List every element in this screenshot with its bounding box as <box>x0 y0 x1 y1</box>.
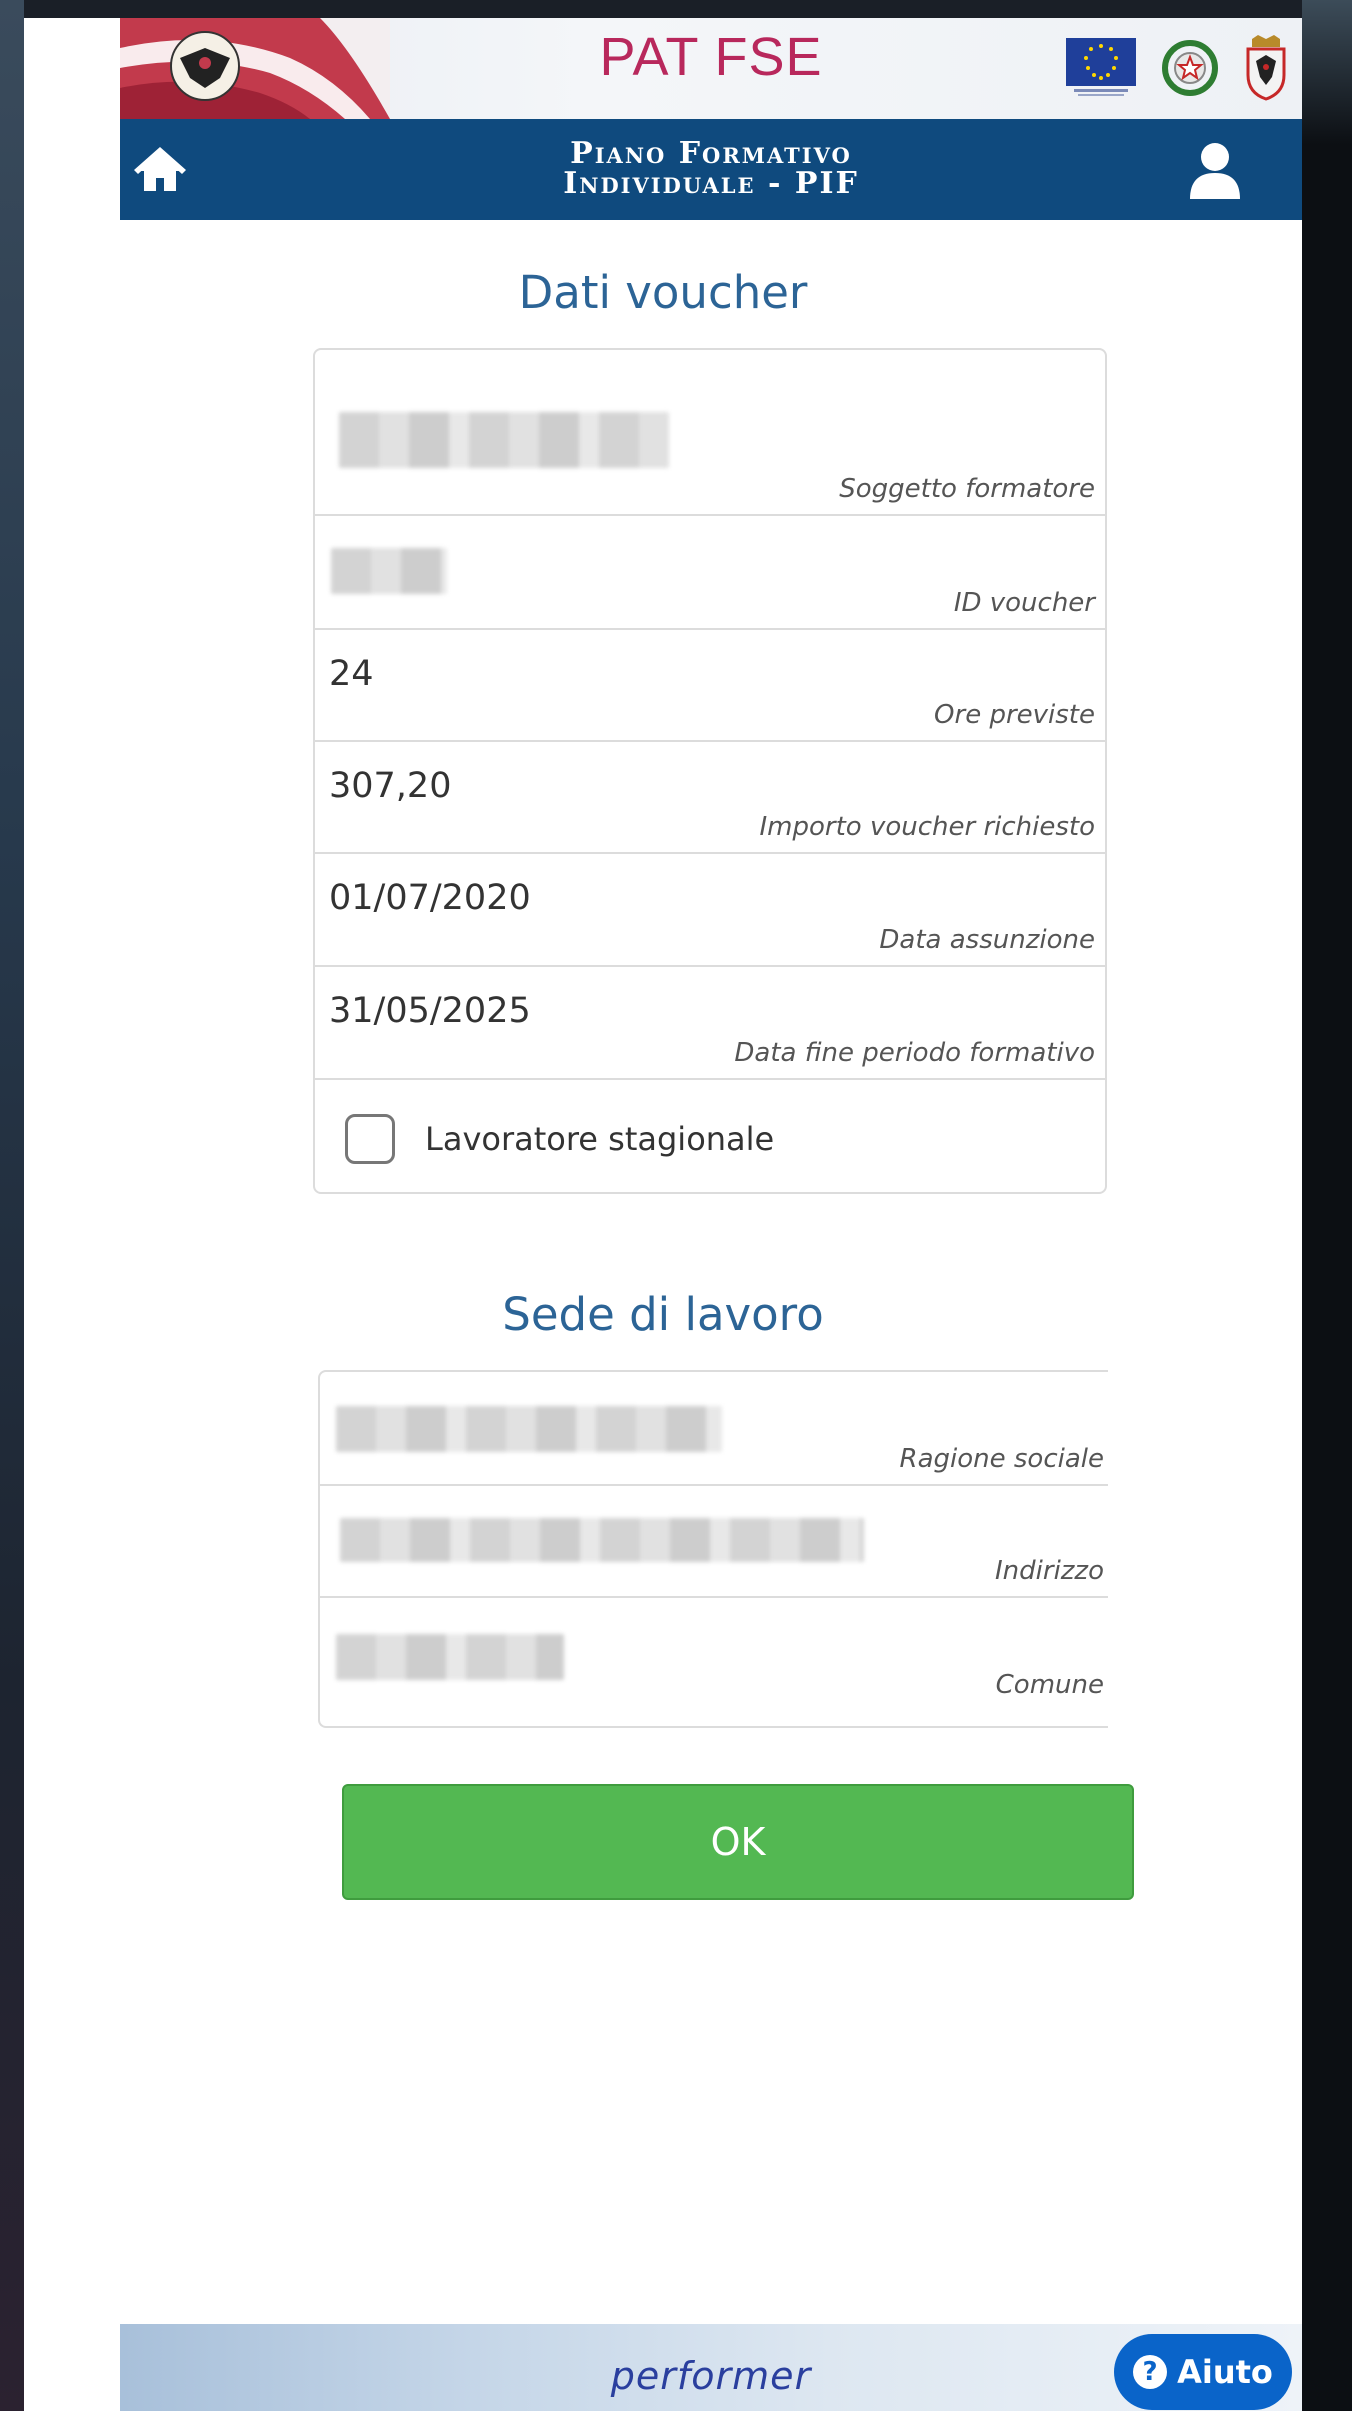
lavoratore-stagionale-checkbox[interactable] <box>345 1114 395 1164</box>
workplace-card: Ragione sociale Indirizzo Comune <box>318 1370 1108 1728</box>
redacted-value <box>339 412 669 468</box>
user-profile-button[interactable] <box>1186 141 1244 201</box>
app-page: PAT FSE Piano Formativo Individuale - PI… <box>24 18 1302 2411</box>
ok-button[interactable]: OK <box>342 1784 1134 1900</box>
field-label: Ore previste <box>934 700 1095 730</box>
field-ore-previste: 24 Ore previste <box>315 630 1105 742</box>
field-label: ID voucher <box>953 588 1095 618</box>
field-label: Comune <box>995 1670 1104 1700</box>
field-id-voucher: ID voucher <box>315 516 1105 630</box>
redacted-value <box>340 1518 864 1562</box>
header-banner: PAT FSE <box>120 18 1302 119</box>
field-label: Indirizzo <box>995 1556 1104 1586</box>
help-button-label: Aiuto <box>1177 2353 1273 2391</box>
window-top-edge <box>0 0 1352 18</box>
lavoratore-stagionale-checkbox-row[interactable]: Lavoratore stagionale <box>315 1080 1105 1192</box>
field-label: Ragione sociale <box>899 1444 1105 1474</box>
field-label: Data assunzione <box>879 925 1095 955</box>
field-value: 31/05/2025 <box>329 991 531 1031</box>
institution-logos <box>1066 34 1288 102</box>
navbar: Piano Formativo Individuale - PIF <box>120 119 1302 220</box>
trentino-coat-of-arms-icon <box>1246 35 1286 101</box>
user-icon <box>1190 143 1240 199</box>
workplace-section-title: Sede di lavoro <box>502 1288 824 1341</box>
page-title-line1: Piano Formativo <box>570 136 852 171</box>
page-title: Piano Formativo Individuale - PIF <box>120 139 1302 199</box>
help-button[interactable]: ? Aiuto <box>1114 2334 1292 2410</box>
checkbox-label: Lavoratore stagionale <box>425 1120 775 1158</box>
field-data-assunzione: 01/07/2020 Data assunzione <box>315 854 1105 967</box>
field-label: Data fine periodo formativo <box>734 1038 1095 1068</box>
field-label: Soggetto formatore <box>839 474 1095 504</box>
redacted-value <box>336 1406 722 1452</box>
desktop-background-left <box>0 0 24 2411</box>
field-ragione-sociale: Ragione sociale <box>320 1372 1108 1486</box>
voucher-card: Soggetto formatore ID voucher 24 Ore pre… <box>313 348 1107 1194</box>
field-value: 01/07/2020 <box>329 878 531 918</box>
field-value: 307,20 <box>329 766 452 806</box>
field-indirizzo: Indirizzo <box>320 1486 1108 1598</box>
page-title-line2: Individuale - PIF <box>563 166 859 201</box>
eu-flag-icon <box>1066 38 1136 96</box>
field-comune: Comune <box>320 1598 1108 1710</box>
footer: performer ? Aiuto <box>120 2324 1302 2411</box>
field-data-fine-periodo: 31/05/2025 Data fine periodo formativo <box>315 967 1105 1080</box>
question-circle-icon: ? <box>1133 2355 1168 2389</box>
field-importo-voucher: 307,20 Importo voucher richiesto <box>315 742 1105 854</box>
voucher-section-title: Dati voucher <box>518 266 808 319</box>
field-value: 24 <box>329 654 374 694</box>
desktop-background-right <box>1302 0 1352 2411</box>
field-soggetto-formatore: Soggetto formatore <box>315 350 1105 516</box>
redacted-value <box>331 548 447 594</box>
italian-republic-emblem-icon <box>1162 40 1218 96</box>
redacted-value <box>336 1634 564 1680</box>
field-label: Importo voucher richiesto <box>759 812 1095 842</box>
